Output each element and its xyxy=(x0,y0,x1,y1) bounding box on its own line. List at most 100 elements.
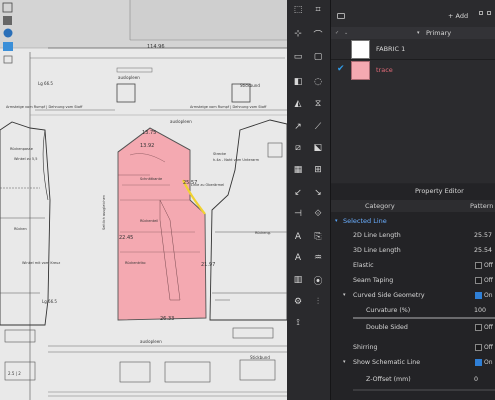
symbol-icon[interactable]: ♒ xyxy=(311,251,325,265)
measure-icon[interactable]: ⟟ xyxy=(291,316,305,330)
pattern-canvas[interactable]: 114.96 auslopleen Armsteige vom Rumpf | … xyxy=(0,0,287,400)
label-winkel: Winkel zu 5,5 xyxy=(14,157,38,161)
folder-icon[interactable] xyxy=(337,13,345,19)
curve-icon[interactable]: ⌒ xyxy=(311,27,325,41)
z-offset-slider[interactable] xyxy=(353,389,495,391)
row-3d-length[interactable]: 3D Line Length 25.54 xyxy=(331,242,495,258)
tool-palette: ⬚ ⌗ ⊹ ⌒ ▭ ▢ ◧ ◌ ◭ ⧖ ↗ ⟋ ⧄ ⬕ ▦ ⊞ ↙ ↘ ⊣ ⟐ … xyxy=(287,0,331,400)
property-editor: Property Editor Category Pattern ▾ Selec… xyxy=(331,184,495,400)
seam-taping-checkbox[interactable] xyxy=(475,276,482,284)
shirring-checkbox[interactable] xyxy=(475,343,482,351)
label-lg-bot: Lg 66.5 xyxy=(42,299,57,304)
schematic-checkbox[interactable] xyxy=(475,358,482,366)
slash-icon[interactable]: ⧄ xyxy=(291,141,305,155)
row-z-offset[interactable]: Z-Offset (mm) 0 xyxy=(331,371,495,387)
elastic-checkbox[interactable] xyxy=(475,261,482,269)
prop-name: Elastic xyxy=(353,261,374,269)
prop-name: Curved Side Geometry xyxy=(353,291,425,299)
sewing-icon[interactable]: ⊣ xyxy=(291,207,305,221)
double-sided-checkbox[interactable] xyxy=(475,323,482,331)
annotation-icon[interactable]: ⎘ xyxy=(311,230,325,244)
row-shirring[interactable]: Shirring Off xyxy=(331,339,495,355)
right-panel: + Add ✓ ⌄ ▾ Primary FABRIC 1 ✔ trace Pro… xyxy=(331,0,495,400)
row-elastic[interactable]: Elastic Off xyxy=(331,257,495,273)
label-schnittkante: Schnittkante xyxy=(140,177,163,181)
row-seam-taping[interactable]: Seam Taping Off xyxy=(331,272,495,288)
prop-value: Off xyxy=(484,323,493,331)
label-ruckenteil: Rückenteil xyxy=(140,219,159,223)
internal-icon[interactable]: ◧ xyxy=(291,75,305,89)
label-liniezu: Linie zu Oberärmel xyxy=(191,183,225,187)
circle-icon[interactable]: ◌ xyxy=(311,75,325,89)
rect-icon[interactable]: ▢ xyxy=(311,50,325,64)
prop-name: Curvature (%) xyxy=(366,306,411,314)
polygon-icon[interactable]: ▭ xyxy=(291,50,305,64)
label-naht: h.4a - Naht vom Unterarm xyxy=(213,158,260,162)
prop-value[interactable]: 25.57 xyxy=(474,232,492,239)
pleat-icon[interactable]: ⧖ xyxy=(311,97,325,111)
label-lg-top: Lg 66.5 xyxy=(38,81,53,86)
prop-value[interactable]: 0 xyxy=(474,376,478,383)
row-2d-length[interactable]: 2D Line Length 25.57 xyxy=(331,227,495,243)
prop-name: Show Schematic Line xyxy=(353,358,421,366)
fabric-item[interactable]: FABRIC 1 xyxy=(331,39,495,60)
fold-icon[interactable]: ▦ xyxy=(291,163,305,177)
point-icon[interactable]: ⊹ xyxy=(291,27,305,41)
prop-value[interactable]: 100 xyxy=(474,307,486,314)
transform-icon[interactable]: ⌗ xyxy=(311,3,325,17)
arrow-left-icon[interactable]: ↙ xyxy=(291,186,305,200)
checkmark-icon[interactable]: ✔ xyxy=(337,64,345,74)
selected-line-section[interactable]: ▾ Selected Line xyxy=(331,215,495,226)
label-armsteg-top: Armsteige vom Rumpf | Dehnung vom Stoff xyxy=(190,105,267,109)
zipper-icon[interactable]: ⫶ xyxy=(311,295,325,309)
label-stickbund-bot: Stickbund xyxy=(250,355,270,360)
section-title: Primary xyxy=(426,29,452,37)
add-button[interactable]: + Add xyxy=(448,12,468,20)
property-columns: Category Pattern xyxy=(331,200,495,212)
row-curvature[interactable]: Curvature (%) 100 xyxy=(331,302,495,318)
fabric-name: trace xyxy=(376,66,393,74)
prop-name: Seam Taping xyxy=(353,276,394,284)
arrow-right-icon[interactable]: ↘ xyxy=(311,186,325,200)
spread-icon[interactable]: ⬕ xyxy=(311,141,325,155)
fabric-item[interactable]: ✔ trace xyxy=(331,60,495,81)
label-ausziepleen-mid: auslopleen xyxy=(170,119,192,124)
text-edit-icon[interactable]: A xyxy=(291,251,305,265)
collapse-arrow-icon[interactable]: ▾ xyxy=(335,218,338,224)
edit-curve-icon[interactable]: ↗ xyxy=(291,120,305,134)
property-editor-header: Property Editor xyxy=(331,186,495,196)
check-all-icon[interactable]: ✓ xyxy=(335,30,339,36)
collapse-arrow-icon[interactable]: ▾ xyxy=(417,30,420,36)
chevron-down-icon[interactable]: ⌄ xyxy=(344,30,348,36)
curved-side-checkbox[interactable] xyxy=(475,291,482,299)
row-schematic[interactable]: ▾ Show Schematic Line On xyxy=(331,354,495,370)
dart-icon[interactable]: ◭ xyxy=(291,97,305,111)
button-tool-icon[interactable]: ⦿ xyxy=(311,273,325,287)
seam-icon[interactable]: ⟐ xyxy=(311,207,325,221)
select-icon[interactable]: ⬚ xyxy=(291,3,305,17)
pin-icon[interactable]: ⚙ xyxy=(291,295,305,309)
row-double-sided[interactable]: Double Sided Off xyxy=(331,319,495,335)
row-curved-side[interactable]: ▾ Curved Side Geometry On xyxy=(331,287,495,303)
fabric-view-grid-icon[interactable] xyxy=(487,11,491,15)
text-icon[interactable]: A xyxy=(291,230,305,244)
collapse-arrow-icon[interactable]: ▾ xyxy=(343,292,346,298)
measure-top: 114.96 xyxy=(147,44,165,50)
barcode-icon[interactable]: ▥ xyxy=(291,273,305,287)
prop-name: Double Sided xyxy=(366,323,408,331)
edit-point-icon[interactable]: ⟋ xyxy=(311,120,325,134)
prop-value[interactable]: 25.54 xyxy=(474,247,492,254)
prop-value: Off xyxy=(484,343,493,351)
measure-1392: 13.92 xyxy=(140,143,155,149)
label-ruckentriko: Rückentriko xyxy=(125,261,146,265)
prop-name: Z-Offset (mm) xyxy=(366,375,411,383)
fabric-view-icon[interactable] xyxy=(479,11,483,15)
label-ausziepleen-bot: auslopleen xyxy=(140,339,162,344)
grid-icon[interactable]: ⊞ xyxy=(311,163,325,177)
collapse-arrow-icon[interactable]: ▾ xyxy=(343,359,346,365)
col-pattern: Pattern xyxy=(470,202,494,210)
label-armsteg: Armsteige vom Rumpf | Dehnung vom Stoff xyxy=(6,105,83,109)
fabric-section-header: ✓ ⌄ ▾ Primary xyxy=(331,27,495,39)
prop-value: On xyxy=(484,291,493,299)
col-category: Category xyxy=(365,202,395,210)
